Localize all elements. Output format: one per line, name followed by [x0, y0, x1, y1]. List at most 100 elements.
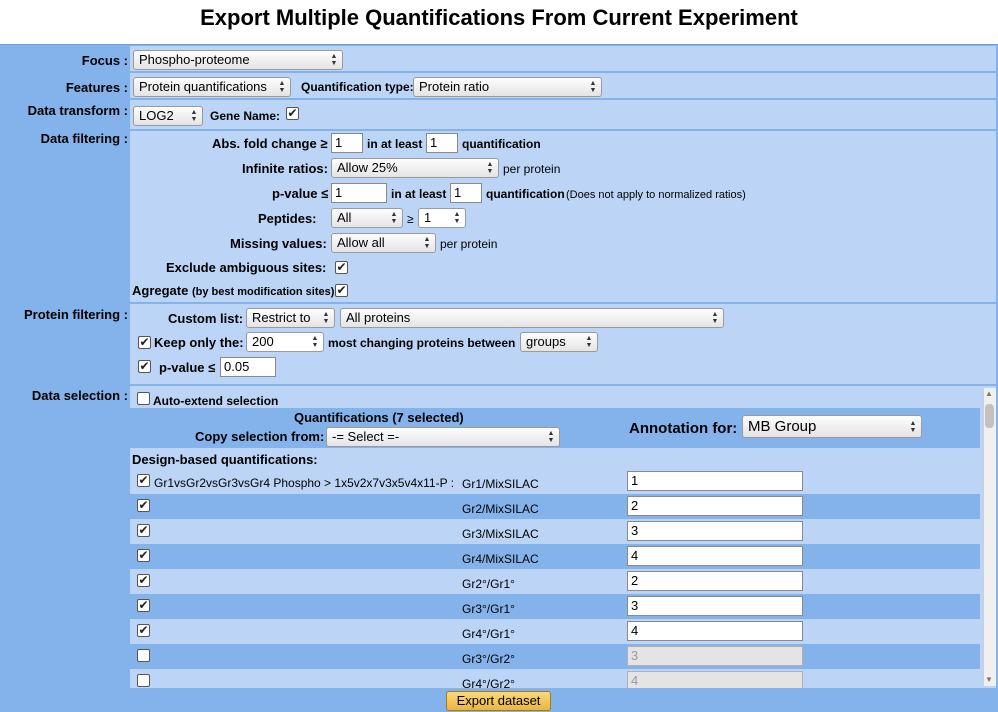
quant-row-checkbox[interactable]: ✔ [137, 474, 150, 487]
auto-extend-label: Auto-extend selection [153, 394, 279, 408]
quant-row-checkbox[interactable]: ✔ [137, 499, 150, 512]
data-filtering-row: Data filtering : Abs. fold change ≥ 1 in… [0, 131, 998, 303]
annotation-select[interactable]: MB Group ▲ ▼ [742, 415, 922, 438]
pvalue-count-input[interactable]: 1 [450, 183, 482, 203]
select-arrows-icon: ▲ ▼ [711, 311, 719, 325]
quantification-label: quantification [462, 137, 541, 151]
scroll-down-icon[interactable]: ▼ [985, 672, 993, 688]
protein-filtering-row: Protein filtering : Custom list: Restric… [0, 304, 998, 385]
quant-row-annotation-input[interactable]: 2 [627, 571, 803, 591]
design-header: Design-based quantifications: [132, 452, 318, 467]
protein-pvalue-input[interactable]: 0.05 [220, 357, 276, 377]
quant-row-annotation-input[interactable]: 3 [627, 521, 803, 541]
gene-name-checkbox[interactable]: ✔ [286, 107, 299, 120]
missing-values-select[interactable]: Allow all ▲ ▼ [331, 233, 436, 253]
quant-row-annotation-input[interactable]: 1 [627, 471, 803, 491]
peptides-label: Peptides: [258, 211, 317, 226]
page-title: Export Multiple Quantifications From Cur… [200, 5, 798, 30]
keep-only-spin[interactable]: 200 ▲ ▼ [246, 332, 324, 352]
quant-row-name: Gr2°/Gr1° [462, 577, 515, 591]
between-select-value: groups [526, 334, 566, 349]
quant-row-checkbox[interactable]: ✔ [137, 599, 150, 612]
quant-row-annotation-input[interactable]: 4 [627, 621, 803, 641]
restrict-select[interactable]: Restrict to ▲ ▼ [246, 308, 335, 328]
quant-row-checkbox[interactable] [137, 674, 150, 687]
quant-type-select[interactable]: Protein ratio ▲ ▼ [413, 77, 602, 97]
quant-row: ✔ Gr2°/Gr1° 2 [130, 569, 980, 594]
focus-select-value: Phospho-proteome [139, 52, 250, 67]
focus-select[interactable]: Phospho-proteome ▲ ▼ [133, 50, 343, 70]
ge-symbol: ≥ [407, 212, 414, 226]
select-arrows-icon: ▲ ▼ [190, 109, 198, 123]
infinite-ratios-value: Allow 25% [337, 160, 398, 175]
select-arrows-icon: ▲ ▼ [589, 80, 597, 94]
quant-row: ✔ Gr2/MixSILAC 2 [130, 494, 980, 519]
annotation-select-value: MB Group [748, 418, 817, 435]
quant-row-checkbox[interactable]: ✔ [137, 624, 150, 637]
abs-fold-input[interactable]: 1 [331, 133, 363, 153]
select-arrows-icon: ▲ ▼ [330, 53, 338, 67]
select-arrows-icon: ▲ ▼ [278, 80, 286, 94]
select-arrows-icon: ▲ ▼ [547, 430, 555, 444]
focus-row: Focus : Phospho-proteome ▲ ▼ [0, 46, 998, 72]
features-row: Features : Protein quantifications ▲ ▼ Qu… [0, 73, 998, 99]
features-label: Features : [65, 80, 128, 95]
custom-list-select[interactable]: All proteins ▲ ▼ [340, 308, 724, 328]
quant-type-label: Quantification type: [301, 80, 414, 94]
select-arrows-icon: ▲ ▼ [585, 335, 593, 349]
agregate-checkbox[interactable]: ✔ [335, 284, 348, 297]
quant-row-annotation-input[interactable]: 2 [627, 496, 803, 516]
copy-selection-select[interactable]: -= Select =- ▲ ▼ [326, 427, 560, 447]
exclude-ambiguous-checkbox[interactable]: ✔ [335, 261, 348, 274]
agregate-note: (by best modification sites) [191, 286, 335, 298]
transform-select[interactable]: LOG2 ▲ ▼ [133, 106, 203, 126]
gene-name-label: Gene Name: [210, 109, 281, 123]
quant-type-select-value: Protein ratio [419, 79, 490, 94]
select-arrows-icon: ▲ ▼ [423, 236, 431, 250]
quant-row: ✔ Gr4/MixSILAC 4 [130, 544, 980, 569]
pvalue-input[interactable]: 1 [331, 183, 387, 203]
quant-row-name: Gr2/MixSILAC [462, 502, 539, 516]
features-select[interactable]: Protein quantifications ▲ ▼ [133, 77, 291, 97]
quant-row-checkbox[interactable] [137, 649, 150, 662]
auto-extend-checkbox[interactable] [137, 392, 150, 405]
per-protein-label-2: per protein [440, 237, 498, 251]
select-arrows-icon: ▲ ▼ [390, 211, 398, 225]
quant-row: Gr3°/Gr2° 3 [130, 644, 980, 669]
infinite-ratios-select[interactable]: Allow 25% ▲ ▼ [331, 158, 499, 178]
quant-row-name: Gr1/MixSILAC [462, 477, 539, 491]
quant-row-name: Gr4/MixSILAC [462, 552, 539, 566]
scroll-up-icon[interactable]: ▲ [985, 386, 993, 402]
missing-values-label: Missing values: [230, 236, 327, 251]
data-selection-row: Data selection : Auto-extend selection Q… [0, 386, 998, 689]
protein-filtering-label: Protein filtering : [24, 307, 128, 322]
keep-only-checkbox[interactable]: ✔ [138, 336, 151, 349]
between-select[interactable]: groups ▲ ▼ [520, 332, 598, 352]
quant-row-checkbox[interactable]: ✔ [137, 524, 150, 537]
protein-filtering-cell: Custom list: Restrict to ▲ ▼ All proteins… [130, 304, 996, 384]
export-dataset-button[interactable]: Export dataset [446, 691, 551, 711]
quant-row-annotation-input[interactable]: 4 [627, 671, 803, 688]
peptides-min-spin[interactable]: 1 ▲ ▼ [418, 208, 466, 228]
quant-row-checkbox[interactable]: ✔ [137, 549, 150, 562]
scroll-thumb[interactable] [985, 404, 994, 428]
quant-header: Quantifications (7 selected) [294, 410, 464, 425]
quant-row-design-prefix: Gr1vsGr2vsGr3vsGr4 Phospho > 1x5v2x7v3x5… [154, 476, 455, 490]
quantification-label-2: quantification [486, 187, 565, 201]
copy-selection-label: Copy selection from: [195, 429, 325, 444]
scrollbar[interactable]: ▲ ▼ [983, 388, 996, 686]
data-selection-label: Data selection : [31, 388, 128, 403]
quant-row-annotation-input[interactable]: 4 [627, 546, 803, 566]
peptides-select[interactable]: All ▲ ▼ [331, 208, 403, 228]
pvalue-label: p-value ≤ [272, 186, 329, 201]
custom-list-select-value: All proteins [346, 310, 411, 325]
abs-fold-count-input[interactable]: 1 [426, 133, 458, 153]
protein-pvalue-checkbox[interactable]: ✔ [138, 360, 151, 373]
quant-row-annotation-input[interactable]: 3 [627, 596, 803, 616]
exclude-ambiguous-label: Exclude ambiguous sites: [166, 260, 327, 275]
quant-row-name: Gr4°/Gr2° [462, 677, 515, 688]
annotation-label: Annotation for: [629, 420, 738, 437]
select-arrows-icon: ▲ ▼ [909, 420, 917, 434]
quant-row-checkbox[interactable]: ✔ [137, 574, 150, 587]
quant-row-annotation-input[interactable]: 3 [627, 646, 803, 666]
